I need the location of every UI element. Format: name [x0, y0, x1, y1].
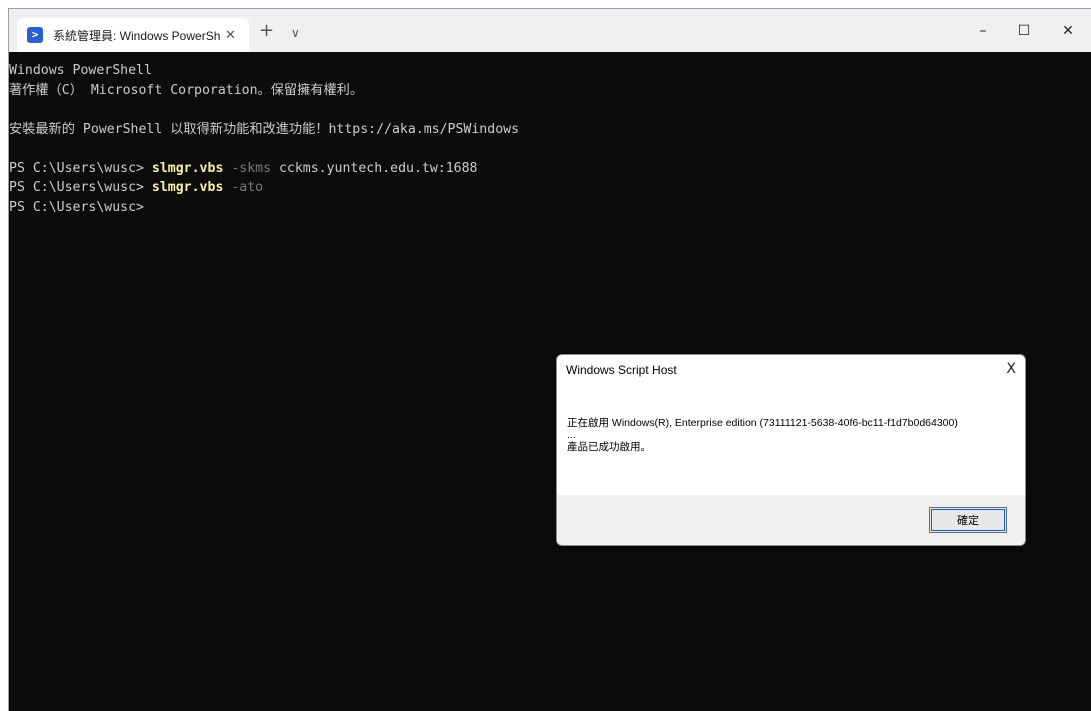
terminal-line: 安裝最新的 PowerShell 以取得新功能和改進功能！https://aka…	[9, 121, 520, 137]
tab-powershell[interactable]: > 系統管理員: Windows PowerShe ✕	[17, 18, 249, 52]
title-bar: > 系統管理員: Windows PowerShe ✕ + ∨ – ☐ ✕	[9, 9, 1091, 52]
tab-dropdown-icon[interactable]: ∨	[291, 26, 300, 40]
dialog-message-line1: 正在啟用 Windows(R), Enterprise edition (731…	[567, 417, 958, 429]
terminal-cmd: slmgr.vbs	[151, 160, 224, 176]
terminal-prompt: PS C:\Users\wusc>	[9, 160, 152, 176]
terminal-param: -ato	[223, 180, 264, 195]
minimize-button[interactable]: –	[960, 9, 1006, 52]
terminal-window: > 系統管理員: Windows PowerShe ✕ + ∨ – ☐ ✕ Wi…	[8, 8, 1091, 711]
terminal-line: 著作權（C） Microsoft Corporation。保留擁有權利。	[9, 82, 364, 98]
dialog-close-icon[interactable]: X	[1006, 361, 1016, 377]
dialog-footer: 確定	[557, 495, 1025, 545]
terminal-cmd: slmgr.vbs	[151, 180, 224, 195]
terminal-line: PS C:\Users\wusc> slmgr.vbs -skms cckms.…	[9, 159, 1091, 179]
new-tab-button[interactable]: +	[259, 20, 274, 41]
close-window-button[interactable]: ✕	[1045, 9, 1091, 52]
maximize-button[interactable]: ☐	[1001, 9, 1047, 52]
dialog-message-line2: ...	[567, 429, 576, 441]
terminal-line: PS C:\Users\wusc> slmgr.vbs -ato	[9, 178, 1091, 198]
tab-close-icon[interactable]: ✕	[225, 28, 236, 43]
terminal-arg: cckms.yuntech.edu.tw:1688	[271, 160, 478, 176]
dialog-title: Windows Script Host	[566, 363, 677, 377]
terminal-prompt: PS C:\Users\wusc>	[9, 199, 144, 215]
terminal-line: Windows PowerShell	[9, 63, 152, 78]
ok-button[interactable]: 確定	[929, 507, 1007, 533]
powershell-icon: >	[27, 27, 43, 43]
script-host-dialog: Windows Script Host X 正在啟用 Windows(R), E…	[556, 354, 1026, 546]
terminal-line: PS C:\Users\wusc>	[9, 198, 1091, 218]
dialog-message: 正在啟用 Windows(R), Enterprise edition (731…	[567, 417, 958, 453]
dialog-message-line3: 產品已成功啟用。	[567, 441, 651, 453]
tab-title: 系統管理員: Windows PowerShe	[53, 28, 221, 43]
terminal-prompt: PS C:\Users\wusc>	[9, 180, 152, 195]
terminal-param: -skms	[223, 160, 272, 176]
